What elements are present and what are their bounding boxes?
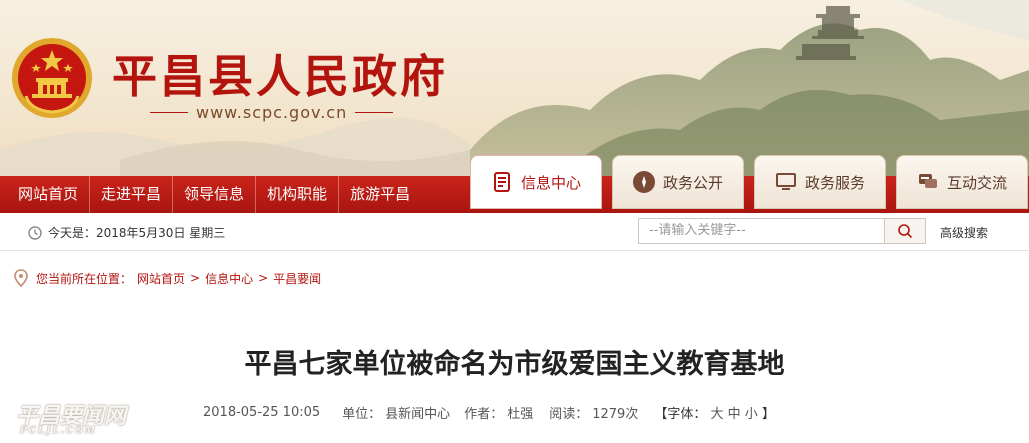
font-size-close: 】 [761,406,775,422]
breadcrumb-separator: > [190,271,201,285]
views-value: 1279次 [592,406,639,422]
breadcrumb-item-info-center[interactable]: 信息中心 [205,270,253,287]
clock-icon [28,225,42,240]
search-button[interactable] [884,218,926,244]
unit-label: 单位： [342,406,382,422]
article-meta: 2018-05-25 10:05 单位： 县新闻中心 作者： 杜强 阅读： 12… [203,402,775,422]
tab-label: 政务服务 [804,173,865,192]
divider [150,111,188,113]
font-size-label: 【字体： [654,406,707,422]
breadcrumb: 您当前所在位置： 网站首页 > 信息中心 > 平昌要闻 [14,268,321,288]
tab-interaction[interactable]: 互动交流 [896,155,1028,209]
document-icon [491,171,513,193]
tab-label: 信息中心 [520,173,581,192]
monitor-icon [775,171,797,193]
site-title: 平昌县人民政府 [112,50,449,103]
font-size-medium[interactable]: 中 [728,407,741,422]
font-size-control: 【字体： 大 中 小 】 [654,403,775,422]
utility-bar: 今天是：2018年5月30日 星期三 --请输入关键字-- 高级搜索 [0,213,1029,251]
national-emblem-icon [12,38,92,118]
nav-link-tourism[interactable]: 旅游平昌 [339,176,421,213]
nav-links: 网站首页 走进平昌 领导信息 机构职能 旅游平昌 [0,176,421,213]
advanced-search-link[interactable]: 高级搜索 [940,224,988,241]
nav-link-home[interactable]: 网站首页 [0,176,91,213]
tab-info-center[interactable]: 信息中心 [470,155,602,209]
date-text: 今天是：2018年5月30日 星期三 [48,226,226,240]
today-date: 今天是：2018年5月30日 星期三 [28,224,225,241]
location-pin-icon [14,269,28,287]
breadcrumb-prefix: 您当前所在位置： [36,271,133,286]
font-size-large[interactable]: 大 [710,407,723,422]
breadcrumb-item-news[interactable]: 平昌要闻 [273,270,321,287]
breadcrumb-separator: > [258,271,269,285]
compass-icon [632,171,655,193]
views-label: 阅读： [549,406,589,422]
font-size-small[interactable]: 小 [745,407,758,422]
tab-label: 互动交流 [946,173,1007,192]
tab-label: 政务公开 [662,173,723,192]
article-title: 平昌七家单位被命名为市级爱国主义教育基地 [244,349,785,380]
chat-icon [917,171,939,193]
watermark-logo: 平昌要闻网 PCLJL.COM [16,398,136,438]
nav-link-departments[interactable]: 机构职能 [256,176,340,213]
site-url-row: www.scpc.gov.cn [150,102,394,122]
search-input[interactable]: --请输入关键字-- [638,218,886,244]
site-url[interactable]: www.scpc.gov.cn [196,103,347,122]
breadcrumb-item-home[interactable]: 网站首页 [137,270,185,287]
search-icon [898,224,913,239]
unit-value: 县新闻中心 [385,406,451,422]
nav-link-about[interactable]: 走进平昌 [90,176,174,213]
author-value: 杜强 [507,406,534,422]
author-label: 作者： [464,406,504,422]
header-banner: 平昌县人民政府 www.scpc.gov.cn [0,0,1029,176]
tab-gov-services[interactable]: 政务服务 [754,155,886,209]
divider [355,111,394,113]
section-tabs: 信息中心 政务公开 政务服务 互动交流 [470,155,1029,213]
publish-date: 2018-05-25 10:05 [203,404,321,420]
tab-gov-affairs[interactable]: 政务公开 [612,155,744,209]
nav-link-leaders[interactable]: 领导信息 [173,176,257,213]
